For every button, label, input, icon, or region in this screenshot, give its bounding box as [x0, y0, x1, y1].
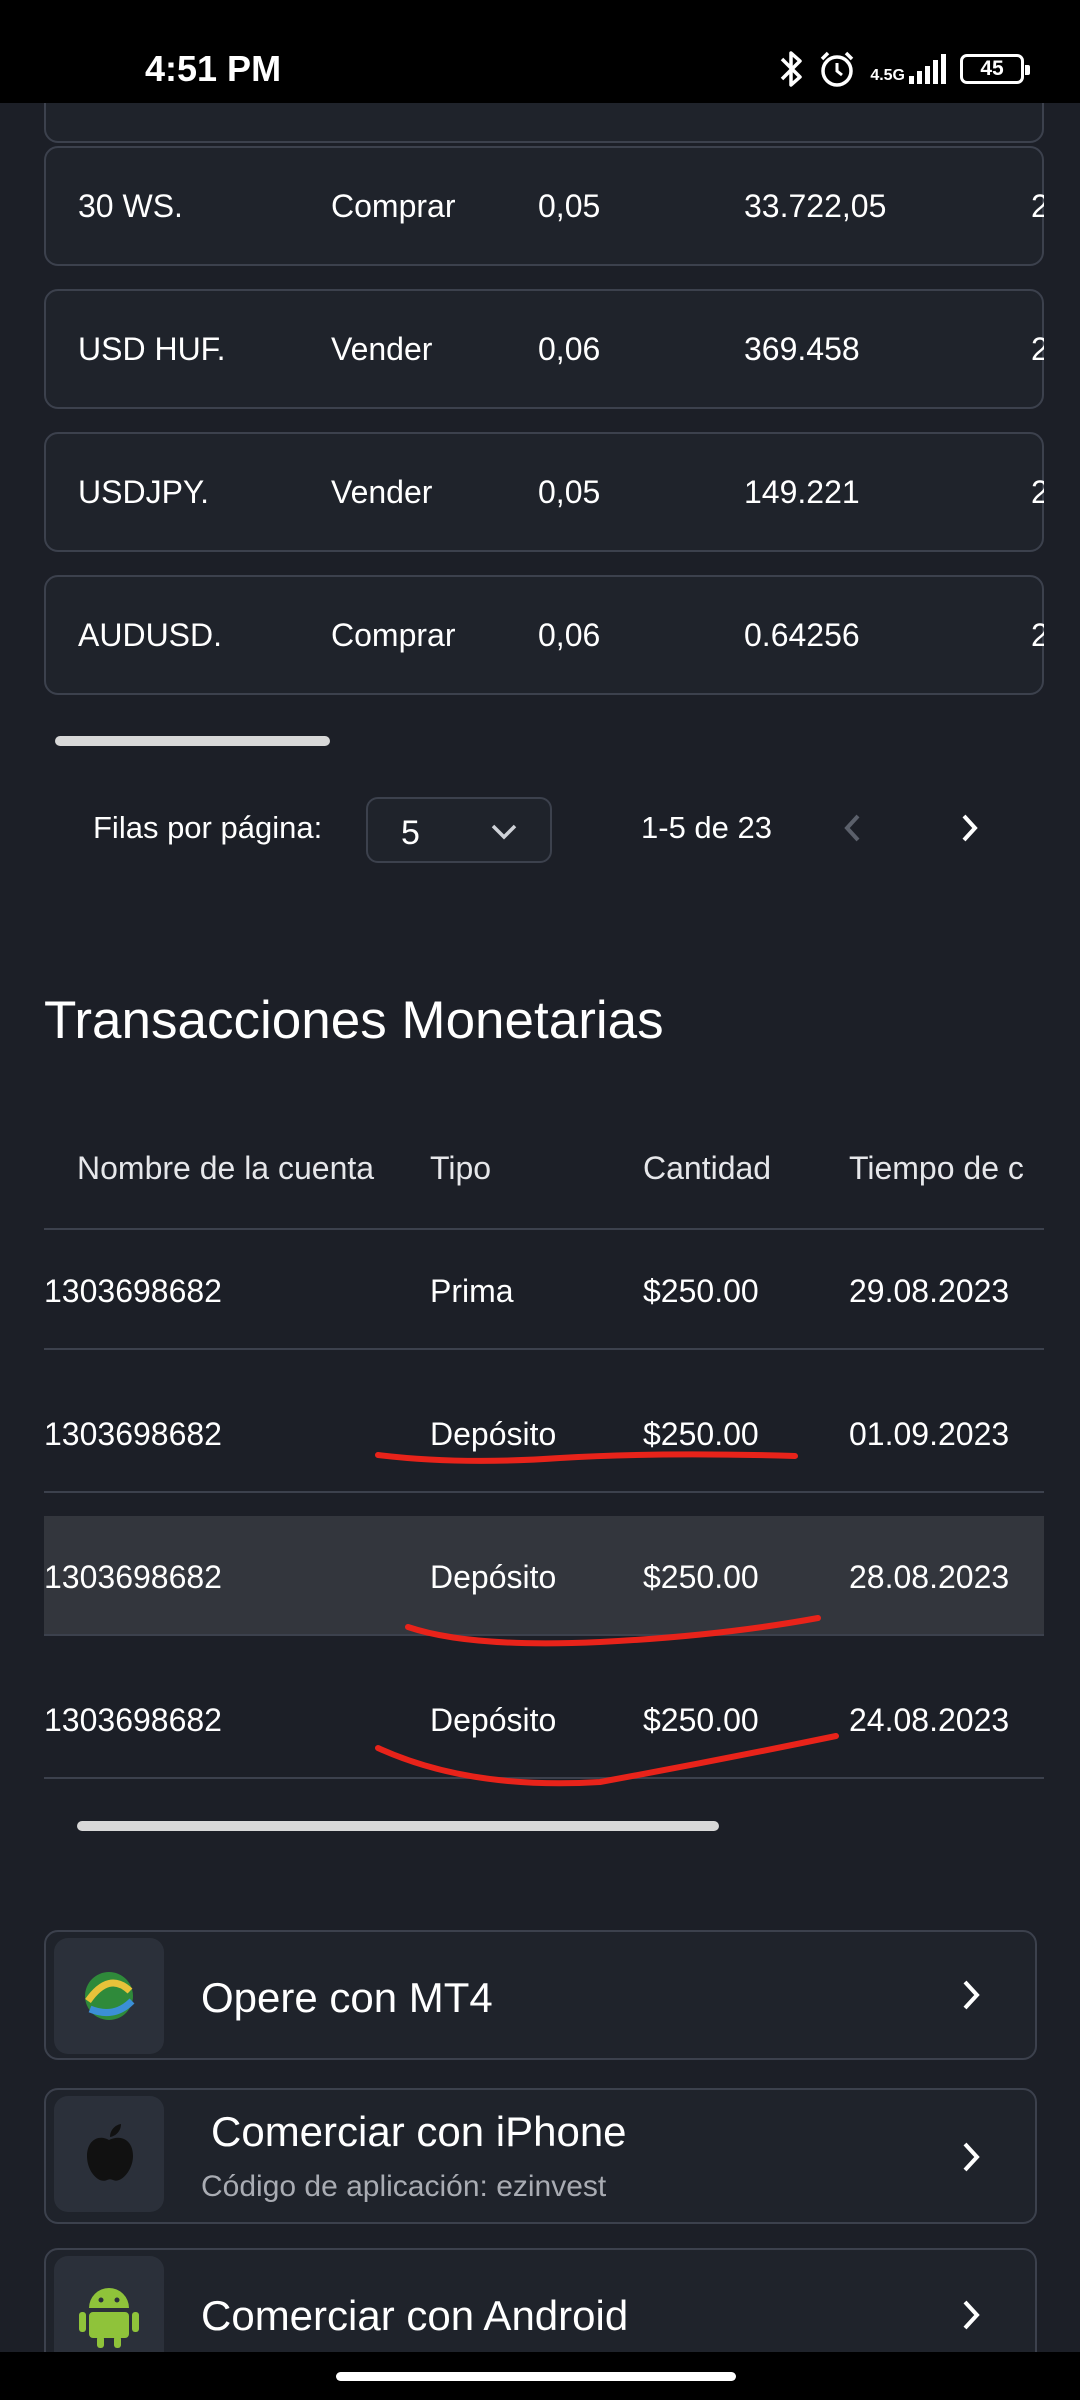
rows-per-page-label: Filas por página: [93, 810, 323, 845]
section-title: Transacciones Monetarias [44, 991, 664, 1050]
amount-cell: $250.00 [643, 1559, 759, 1595]
trade-price: 369.458 [744, 331, 860, 367]
android-title: Comerciar con Android [201, 2292, 629, 2339]
trade-extra: 2 [1031, 474, 1044, 510]
rows-per-page-value: 5 [401, 814, 420, 852]
column-header-type: Tipo [430, 1150, 492, 1186]
trade-price: 149.221 [744, 474, 860, 510]
battery-level: 45 [980, 57, 1004, 80]
table-row[interactable]: 1303698682 Depósito $250.00 01.09.2023 [44, 1373, 1044, 1493]
status-icons: 4.5G 45 [778, 44, 1030, 94]
amount-cell: $250.00 [643, 1273, 759, 1309]
column-header-account: Nombre de la cuenta [77, 1150, 375, 1186]
trade-symbol: USDJPY. [78, 474, 210, 510]
trades-horizontal-scrollbar[interactable] [55, 736, 330, 746]
trade-type: Comprar [331, 617, 456, 653]
trade-volume: 0,05 [538, 188, 601, 224]
type-cell: Prima [430, 1273, 514, 1309]
amount-cell: $250.00 [643, 1416, 759, 1452]
trade-symbol: 30 WS. [78, 188, 183, 224]
mt4-icon [54, 1938, 164, 2054]
trade-row[interactable]: 30 WS. Comprar 0,05 33.722,05 2 [44, 146, 1044, 266]
trade-extra: 2 [1031, 188, 1044, 224]
type-cell: Depósito [430, 1416, 557, 1452]
trade-symbol: AUDUSD. [78, 617, 223, 653]
trade-row-partial [44, 103, 1044, 143]
battery-icon: 45 [960, 54, 1030, 84]
column-header-time: Tiempo de c [849, 1150, 1024, 1186]
trade-type: Comprar [331, 188, 456, 224]
status-time: 4:51 PM [145, 48, 282, 89]
table-row[interactable]: 1303698682 Prima $250.00 29.08.2023 [44, 1230, 1044, 1350]
trade-type: Vender [331, 474, 433, 510]
trade-volume: 0,06 [538, 617, 601, 653]
trade-price: 33.722,05 [744, 188, 887, 224]
type-cell: Depósito [430, 1559, 557, 1595]
page-range: 1-5 de 23 [641, 810, 772, 845]
bluetooth-icon [781, 51, 803, 87]
alarm-icon [821, 51, 854, 87]
status-bar: 4:51 PM 4.5G 45 [0, 0, 1080, 103]
column-header-amount: Cantidad [643, 1150, 772, 1186]
trade-row[interactable]: USDJPY. Vender 0,05 149.221 2 [44, 432, 1044, 552]
date-cell: 01.09.2023 [849, 1416, 1010, 1452]
chevron-down-icon [491, 824, 517, 840]
previous-page-icon[interactable] [838, 803, 868, 853]
iphone-title: Comerciar con iPhone [211, 2108, 627, 2155]
chevron-right-icon [963, 1980, 980, 2010]
trade-type: Vender [331, 331, 433, 367]
account-cell: 1303698682 [44, 1416, 222, 1452]
home-gesture-bar[interactable] [336, 2372, 736, 2381]
trade-volume: 0,05 [538, 474, 601, 510]
table-row[interactable]: 1303698682 Depósito $250.00 24.08.2023 [44, 1659, 1044, 1779]
trade-row[interactable]: AUDUSD. Comprar 0,06 0.64256 2 [44, 575, 1044, 695]
account-cell: 1303698682 [44, 1559, 222, 1595]
trade-symbol: USD HUF. [78, 331, 226, 367]
iphone-app-code: Código de aplicación: ezinvest [201, 2170, 607, 2203]
date-cell: 24.08.2023 [849, 1702, 1010, 1738]
trade-price: 0.64256 [744, 617, 860, 653]
signal-icon [909, 54, 946, 84]
trade-row[interactable]: USD HUF. Vender 0,06 369.458 2 [44, 289, 1044, 409]
account-cell: 1303698682 [44, 1273, 222, 1309]
table-row[interactable]: 1303698682 Depósito $250.00 28.08.2023 [44, 1516, 1044, 1636]
trade-volume: 0,06 [538, 331, 601, 367]
date-cell: 28.08.2023 [849, 1559, 1010, 1595]
network-type: 4.5G [870, 67, 905, 84]
rows-per-page-select[interactable]: 5 [366, 797, 552, 863]
trade-extra: 2 [1031, 331, 1044, 367]
amount-cell: $250.00 [643, 1702, 759, 1738]
trade-extra: 2 [1031, 617, 1044, 653]
trades-list: 30 WS. Comprar 0,05 33.722,05 2 USD HUF.… [44, 103, 1044, 703]
money-transactions-table: Nombre de la cuenta Tipo Cantidad Tiempo… [44, 1110, 1044, 1810]
type-cell: Depósito [430, 1702, 557, 1738]
network-indicator: 4.5G [870, 54, 946, 84]
account-cell: 1303698682 [44, 1702, 222, 1738]
chevron-right-icon [963, 2142, 980, 2172]
mt4-title: Opere con MT4 [201, 1974, 493, 2021]
apple-icon [54, 2096, 164, 2212]
iphone-link[interactable]: Comerciar con iPhone Código de aplicació… [44, 2088, 1037, 2224]
date-cell: 29.08.2023 [849, 1273, 1010, 1309]
next-page-icon[interactable] [954, 803, 984, 853]
mt4-link[interactable]: Opere con MT4 [44, 1930, 1037, 2060]
table-horizontal-scrollbar[interactable] [77, 1821, 719, 1831]
chevron-right-icon [963, 2300, 980, 2330]
